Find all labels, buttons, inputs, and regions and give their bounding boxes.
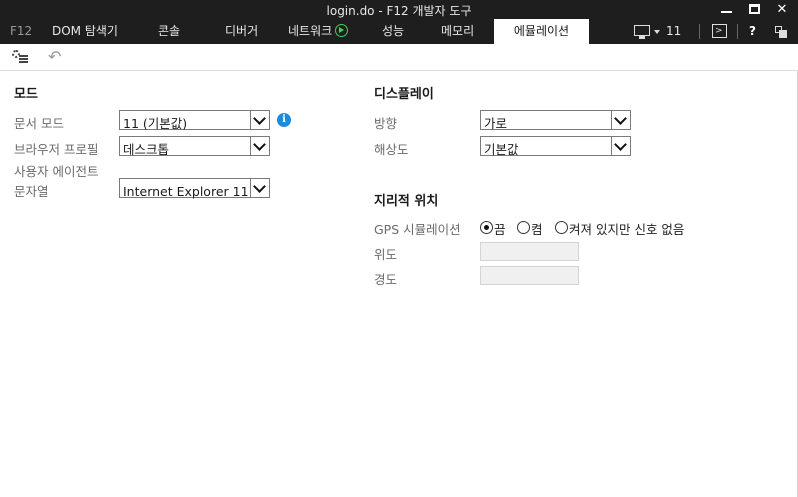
chevron-down-icon xyxy=(250,111,269,129)
undock-icon[interactable] xyxy=(775,26,787,38)
tab-network[interactable]: 네트워크 xyxy=(288,19,349,44)
play-icon[interactable] xyxy=(335,24,349,37)
tab-dom-explorer[interactable]: DOM 탐색기 xyxy=(52,19,118,44)
gps-off-radio[interactable] xyxy=(480,221,493,234)
longitude-input[interactable] xyxy=(480,266,579,285)
resolution-select[interactable]: 기본값 xyxy=(480,136,631,157)
chevron-down-icon xyxy=(611,137,630,155)
latitude-label: 위도 xyxy=(374,247,398,262)
info-icon[interactable]: i xyxy=(277,113,291,127)
minimize-button[interactable] xyxy=(714,0,738,19)
orientation-select[interactable]: 가로 xyxy=(480,110,631,131)
divider xyxy=(699,24,700,39)
user-agent-select[interactable]: Internet Explorer 11 (기본값) xyxy=(119,178,270,199)
target-monitor-icon[interactable] xyxy=(634,25,650,39)
doc-mode-label: 문서 모드 xyxy=(14,116,64,131)
mode-section-title: 모드 xyxy=(14,87,38,102)
resolution-label: 해상도 xyxy=(374,142,409,157)
chevron-down-icon[interactable] xyxy=(654,30,660,34)
tab-console[interactable]: 콘솔 xyxy=(158,19,180,44)
user-agent-value: Internet Explorer 11 (기본값) xyxy=(123,184,251,199)
divider xyxy=(737,24,738,39)
chevron-down-icon xyxy=(611,111,630,129)
help-icon[interactable]: ? xyxy=(749,19,756,44)
console-prompt-icon[interactable]: > xyxy=(712,24,727,38)
orientation-label: 방향 xyxy=(374,116,398,131)
browser-profile-label: 브라우저 프로필 xyxy=(14,142,99,157)
minimize-icon xyxy=(720,11,732,13)
gps-off-label: 끔 xyxy=(494,222,506,237)
maximize-icon xyxy=(748,4,760,14)
close-icon: ✕ xyxy=(776,2,788,17)
latitude-input[interactable] xyxy=(480,242,579,261)
display-section-title: 디스플레이 xyxy=(374,87,434,102)
tab-bar: F12 DOM 탐색기 콘솔 디버거 네트워크 성능 메모리 에뮬레이션 11 … xyxy=(0,19,798,44)
emulation-toolbar: ↶ xyxy=(0,44,798,71)
geolocation-section-title: 지리적 위치 xyxy=(374,194,439,209)
f12-label: F12 xyxy=(10,24,33,38)
doc-mode-select[interactable]: 11 (기본값) xyxy=(119,110,270,131)
tab-debugger[interactable]: 디버거 xyxy=(225,19,258,44)
browser-profile-value: 데스크톱 xyxy=(123,142,170,157)
orientation-value: 가로 xyxy=(484,116,508,131)
gps-simulation-label: GPS 시뮬레이션 xyxy=(374,222,461,237)
user-agent-label-line2: 문자열 xyxy=(14,184,49,199)
gps-no-signal-radio[interactable] xyxy=(555,221,568,234)
maximize-button[interactable] xyxy=(742,0,766,19)
tab-emulation[interactable]: 에뮬레이션 xyxy=(494,19,589,44)
chevron-down-icon xyxy=(250,137,269,155)
title-bar: login.do - F12 개발자 도구 ✕ xyxy=(0,0,798,19)
browser-profile-select[interactable]: 데스크톱 xyxy=(119,136,270,157)
target-count: 11 xyxy=(666,24,682,38)
longitude-label: 경도 xyxy=(374,272,398,287)
tab-performance[interactable]: 성능 xyxy=(382,19,404,44)
tab-network-label: 네트워크 xyxy=(288,24,333,38)
close-button[interactable]: ✕ xyxy=(770,0,794,19)
gps-no-signal-label: 켜져 있지만 신호 없음 xyxy=(569,222,685,237)
doc-mode-value: 11 (기본값) xyxy=(123,116,188,131)
gps-on-radio[interactable] xyxy=(517,221,530,234)
undo-icon[interactable]: ↶ xyxy=(48,47,61,66)
window-title: login.do - F12 개발자 도구 xyxy=(326,4,472,18)
chevron-down-icon xyxy=(250,179,269,197)
settings-reset-icon[interactable] xyxy=(12,50,28,64)
user-agent-label: 사용자 에이전트 xyxy=(14,164,99,179)
resolution-value: 기본값 xyxy=(484,142,519,157)
gps-on-label: 켬 xyxy=(531,222,543,237)
tab-memory[interactable]: 메모리 xyxy=(441,19,474,44)
